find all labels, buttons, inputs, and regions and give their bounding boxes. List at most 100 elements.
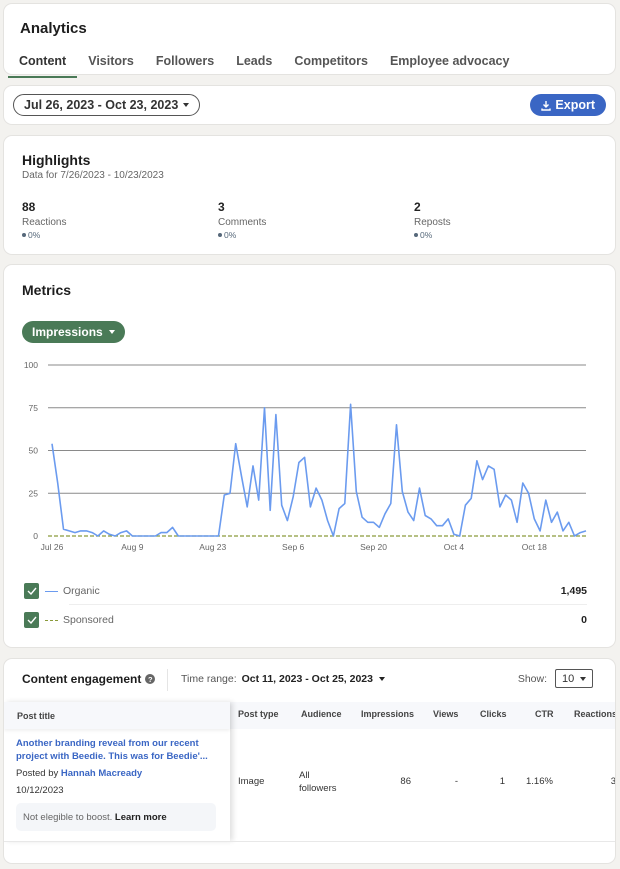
data-point-organic[interactable] [384, 512, 387, 515]
data-point-organic[interactable] [223, 493, 226, 496]
tab-content[interactable]: Content [8, 48, 78, 78]
data-point-organic[interactable] [366, 521, 369, 524]
data-point-organic[interactable] [142, 535, 145, 538]
data-point-organic[interactable] [125, 529, 128, 532]
data-point-organic[interactable] [527, 492, 530, 495]
data-point-organic[interactable] [458, 535, 461, 538]
data-point-organic[interactable] [309, 505, 312, 508]
data-point-organic[interactable] [429, 517, 432, 520]
data-point-organic[interactable] [332, 535, 335, 538]
data-point-organic[interactable] [200, 535, 203, 538]
author-link[interactable]: Hannah Macready [61, 768, 142, 779]
data-point-organic[interactable] [229, 492, 232, 495]
data-point-organic[interactable] [183, 535, 186, 538]
data-point-organic[interactable] [160, 531, 163, 534]
data-point-organic[interactable] [251, 464, 254, 467]
data-point-organic[interactable] [240, 475, 243, 478]
data-point-organic[interactable] [165, 531, 168, 534]
column-header-clicks[interactable]: Clicks [480, 709, 507, 719]
data-point-organic[interactable] [516, 521, 519, 524]
data-point-organic[interactable] [217, 535, 220, 538]
data-point-organic[interactable] [292, 495, 295, 498]
data-point-organic[interactable] [154, 535, 157, 538]
data-point-organic[interactable] [498, 505, 501, 508]
data-point-organic[interactable] [320, 499, 323, 502]
data-point-organic[interactable] [148, 535, 151, 538]
data-point-organic[interactable] [206, 535, 209, 538]
data-point-organic[interactable] [475, 459, 478, 462]
tab-competitors[interactable]: Competitors [283, 48, 379, 78]
data-point-organic[interactable] [378, 526, 381, 529]
data-point-organic[interactable] [372, 521, 375, 524]
data-point-organic[interactable] [361, 516, 364, 519]
data-point-organic[interactable] [470, 497, 473, 500]
column-header-ctr[interactable]: CTR [535, 709, 554, 719]
data-point-organic[interactable] [137, 535, 140, 538]
data-point-organic[interactable] [274, 413, 277, 416]
data-point-organic[interactable] [412, 519, 415, 522]
data-point-organic[interactable] [504, 493, 507, 496]
tab-visitors[interactable]: Visitors [77, 48, 145, 78]
data-point-organic[interactable] [544, 499, 547, 502]
data-point-organic[interactable] [487, 464, 490, 467]
data-point-organic[interactable] [407, 511, 410, 514]
data-point-organic[interactable] [464, 504, 467, 507]
tab-leads[interactable]: Leads [225, 48, 283, 78]
data-point-organic[interactable] [96, 535, 99, 538]
data-point-organic[interactable] [562, 529, 565, 532]
learn-more-link[interactable]: Learn more [115, 812, 167, 823]
show-count-select[interactable]: 10 [555, 669, 593, 688]
data-point-organic[interactable] [188, 535, 191, 538]
data-point-organic[interactable] [51, 442, 54, 445]
organic-checkbox[interactable] [24, 583, 39, 599]
data-point-organic[interactable] [211, 535, 214, 538]
data-point-organic[interactable] [102, 529, 105, 532]
data-point-organic[interactable] [315, 487, 318, 490]
data-point-organic[interactable] [452, 533, 455, 536]
data-point-organic[interactable] [108, 533, 111, 536]
data-point-organic[interactable] [119, 531, 122, 534]
data-point-organic[interactable] [510, 499, 513, 502]
post-title-link[interactable]: Another branding reveal from our recent … [16, 737, 221, 763]
data-point-organic[interactable] [91, 531, 94, 534]
tab-employee-advocacy[interactable]: Employee advocacy [379, 48, 521, 78]
data-point-organic[interactable] [280, 504, 283, 507]
column-header-post-title[interactable]: Post title [4, 702, 230, 729]
data-point-organic[interactable] [171, 526, 174, 529]
data-point-organic[interactable] [481, 478, 484, 481]
data-point-organic[interactable] [194, 535, 197, 538]
data-point-organic[interactable] [573, 535, 576, 538]
data-point-organic[interactable] [556, 511, 559, 514]
column-header-views[interactable]: Views [433, 709, 458, 719]
data-point-organic[interactable] [349, 403, 352, 406]
data-point-organic[interactable] [441, 524, 444, 527]
data-point-organic[interactable] [85, 529, 88, 532]
tab-followers[interactable]: Followers [145, 48, 225, 78]
data-point-organic[interactable] [533, 517, 536, 520]
data-point-organic[interactable] [326, 519, 329, 522]
time-range-dropdown[interactable]: Oct 11, 2023 - Oct 25, 2023 [242, 673, 385, 685]
column-header-impressions[interactable]: Impressions [361, 709, 414, 719]
data-point-organic[interactable] [131, 535, 134, 538]
data-point-organic[interactable] [424, 514, 427, 517]
data-point-organic[interactable] [269, 509, 272, 512]
column-header-audience[interactable]: Audience [301, 709, 342, 719]
help-icon[interactable]: ? [145, 674, 156, 684]
data-point-organic[interactable] [401, 490, 404, 493]
data-point-organic[interactable] [550, 521, 553, 524]
data-point-organic[interactable] [73, 531, 76, 534]
data-point-organic[interactable] [234, 442, 237, 445]
data-point-organic[interactable] [355, 490, 358, 493]
data-point-organic[interactable] [521, 481, 524, 484]
data-point-organic[interactable] [585, 529, 588, 532]
data-point-organic[interactable] [338, 507, 341, 510]
data-point-organic[interactable] [343, 502, 346, 505]
metric-selector-dropdown[interactable]: Impressions [22, 321, 125, 343]
data-point-organic[interactable] [389, 502, 392, 505]
data-point-organic[interactable] [493, 468, 496, 471]
data-point-organic[interactable] [263, 406, 266, 409]
data-point-organic[interactable] [56, 481, 59, 484]
data-point-organic[interactable] [286, 519, 289, 522]
data-point-organic[interactable] [297, 461, 300, 464]
column-header-post-type[interactable]: Post type [238, 709, 279, 719]
